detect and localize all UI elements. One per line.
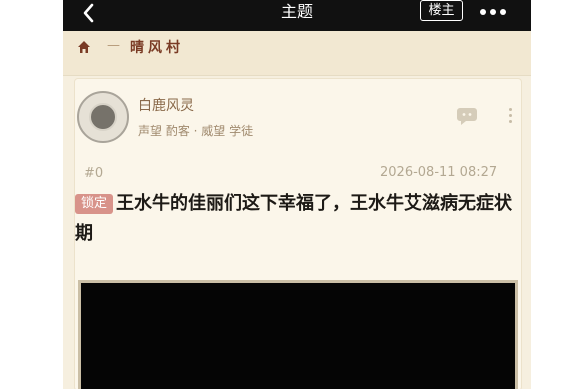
top-bar: 主题 楼主 [63,0,531,31]
breadcrumb-forum-link[interactable]: 晴风村 [130,37,184,57]
more-options-button[interactable] [478,4,510,18]
author-name[interactable]: 白鹿风灵 [138,95,194,115]
locked-badge: 锁定 [75,194,114,214]
post-card: 白鹿风灵 声望 酌客 · 威望 学徒 #0 2026-08-11 08:27 锁… [74,78,522,389]
owner-only-button[interactable]: 楼主 [420,0,463,21]
reply-bubble-icon[interactable] [456,106,478,126]
breadcrumb-separator: — [107,38,120,53]
post-title: 锁定 王水牛的佳丽们这下幸福了，王水牛艾滋病无症状期 [75,189,521,249]
breadcrumb: — 晴风村 [63,31,531,76]
home-icon[interactable] [77,40,91,54]
vertical-dots-icon[interactable] [505,105,515,127]
post-timestamp: 2026-08-11 08:27 [380,165,498,180]
more-dots-icon [478,4,508,23]
author-rank: 声望 酌客 · 威望 学徒 [138,124,254,138]
app-screen: 主题 楼主 — 晴风村 白鹿风灵 声望 酌客 · 威望 学徒 #0 2026-0… [63,0,531,389]
embedded-media[interactable] [78,280,518,389]
floor-number: #0 [84,166,104,181]
avatar-emblem-icon [89,103,117,131]
post-title-text: 王水牛的佳丽们这下幸福了，王水牛艾滋病无症状期 [75,193,513,244]
avatar[interactable] [77,91,129,143]
